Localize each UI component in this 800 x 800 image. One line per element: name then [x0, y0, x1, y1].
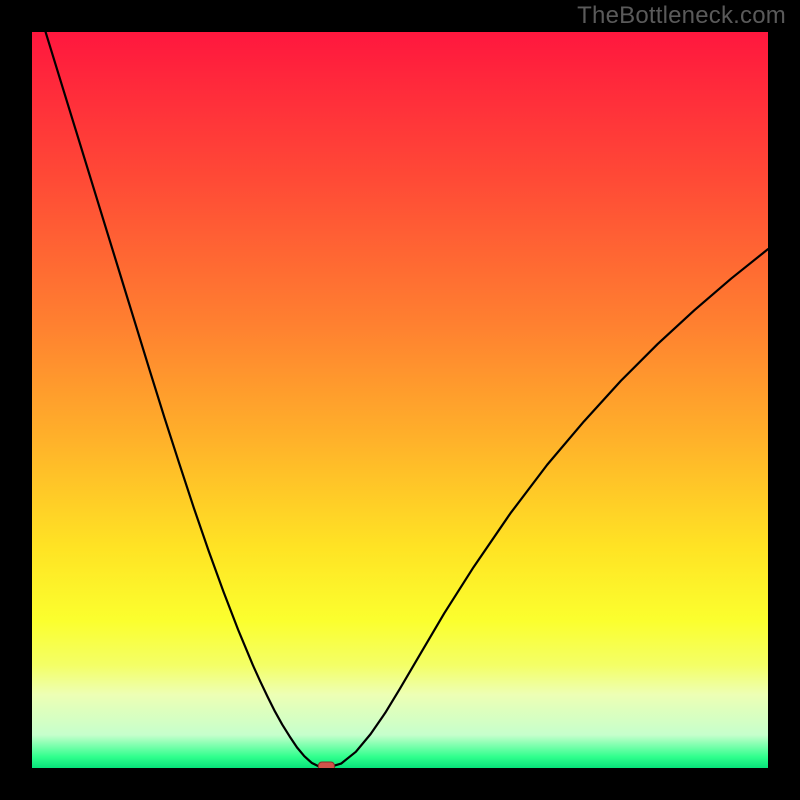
- chart-background: [32, 32, 768, 768]
- optimal-marker: [318, 762, 334, 768]
- chart-frame: TheBottleneck.com: [0, 0, 800, 800]
- watermark-label: TheBottleneck.com: [577, 2, 786, 30]
- bottleneck-chart: [32, 32, 768, 768]
